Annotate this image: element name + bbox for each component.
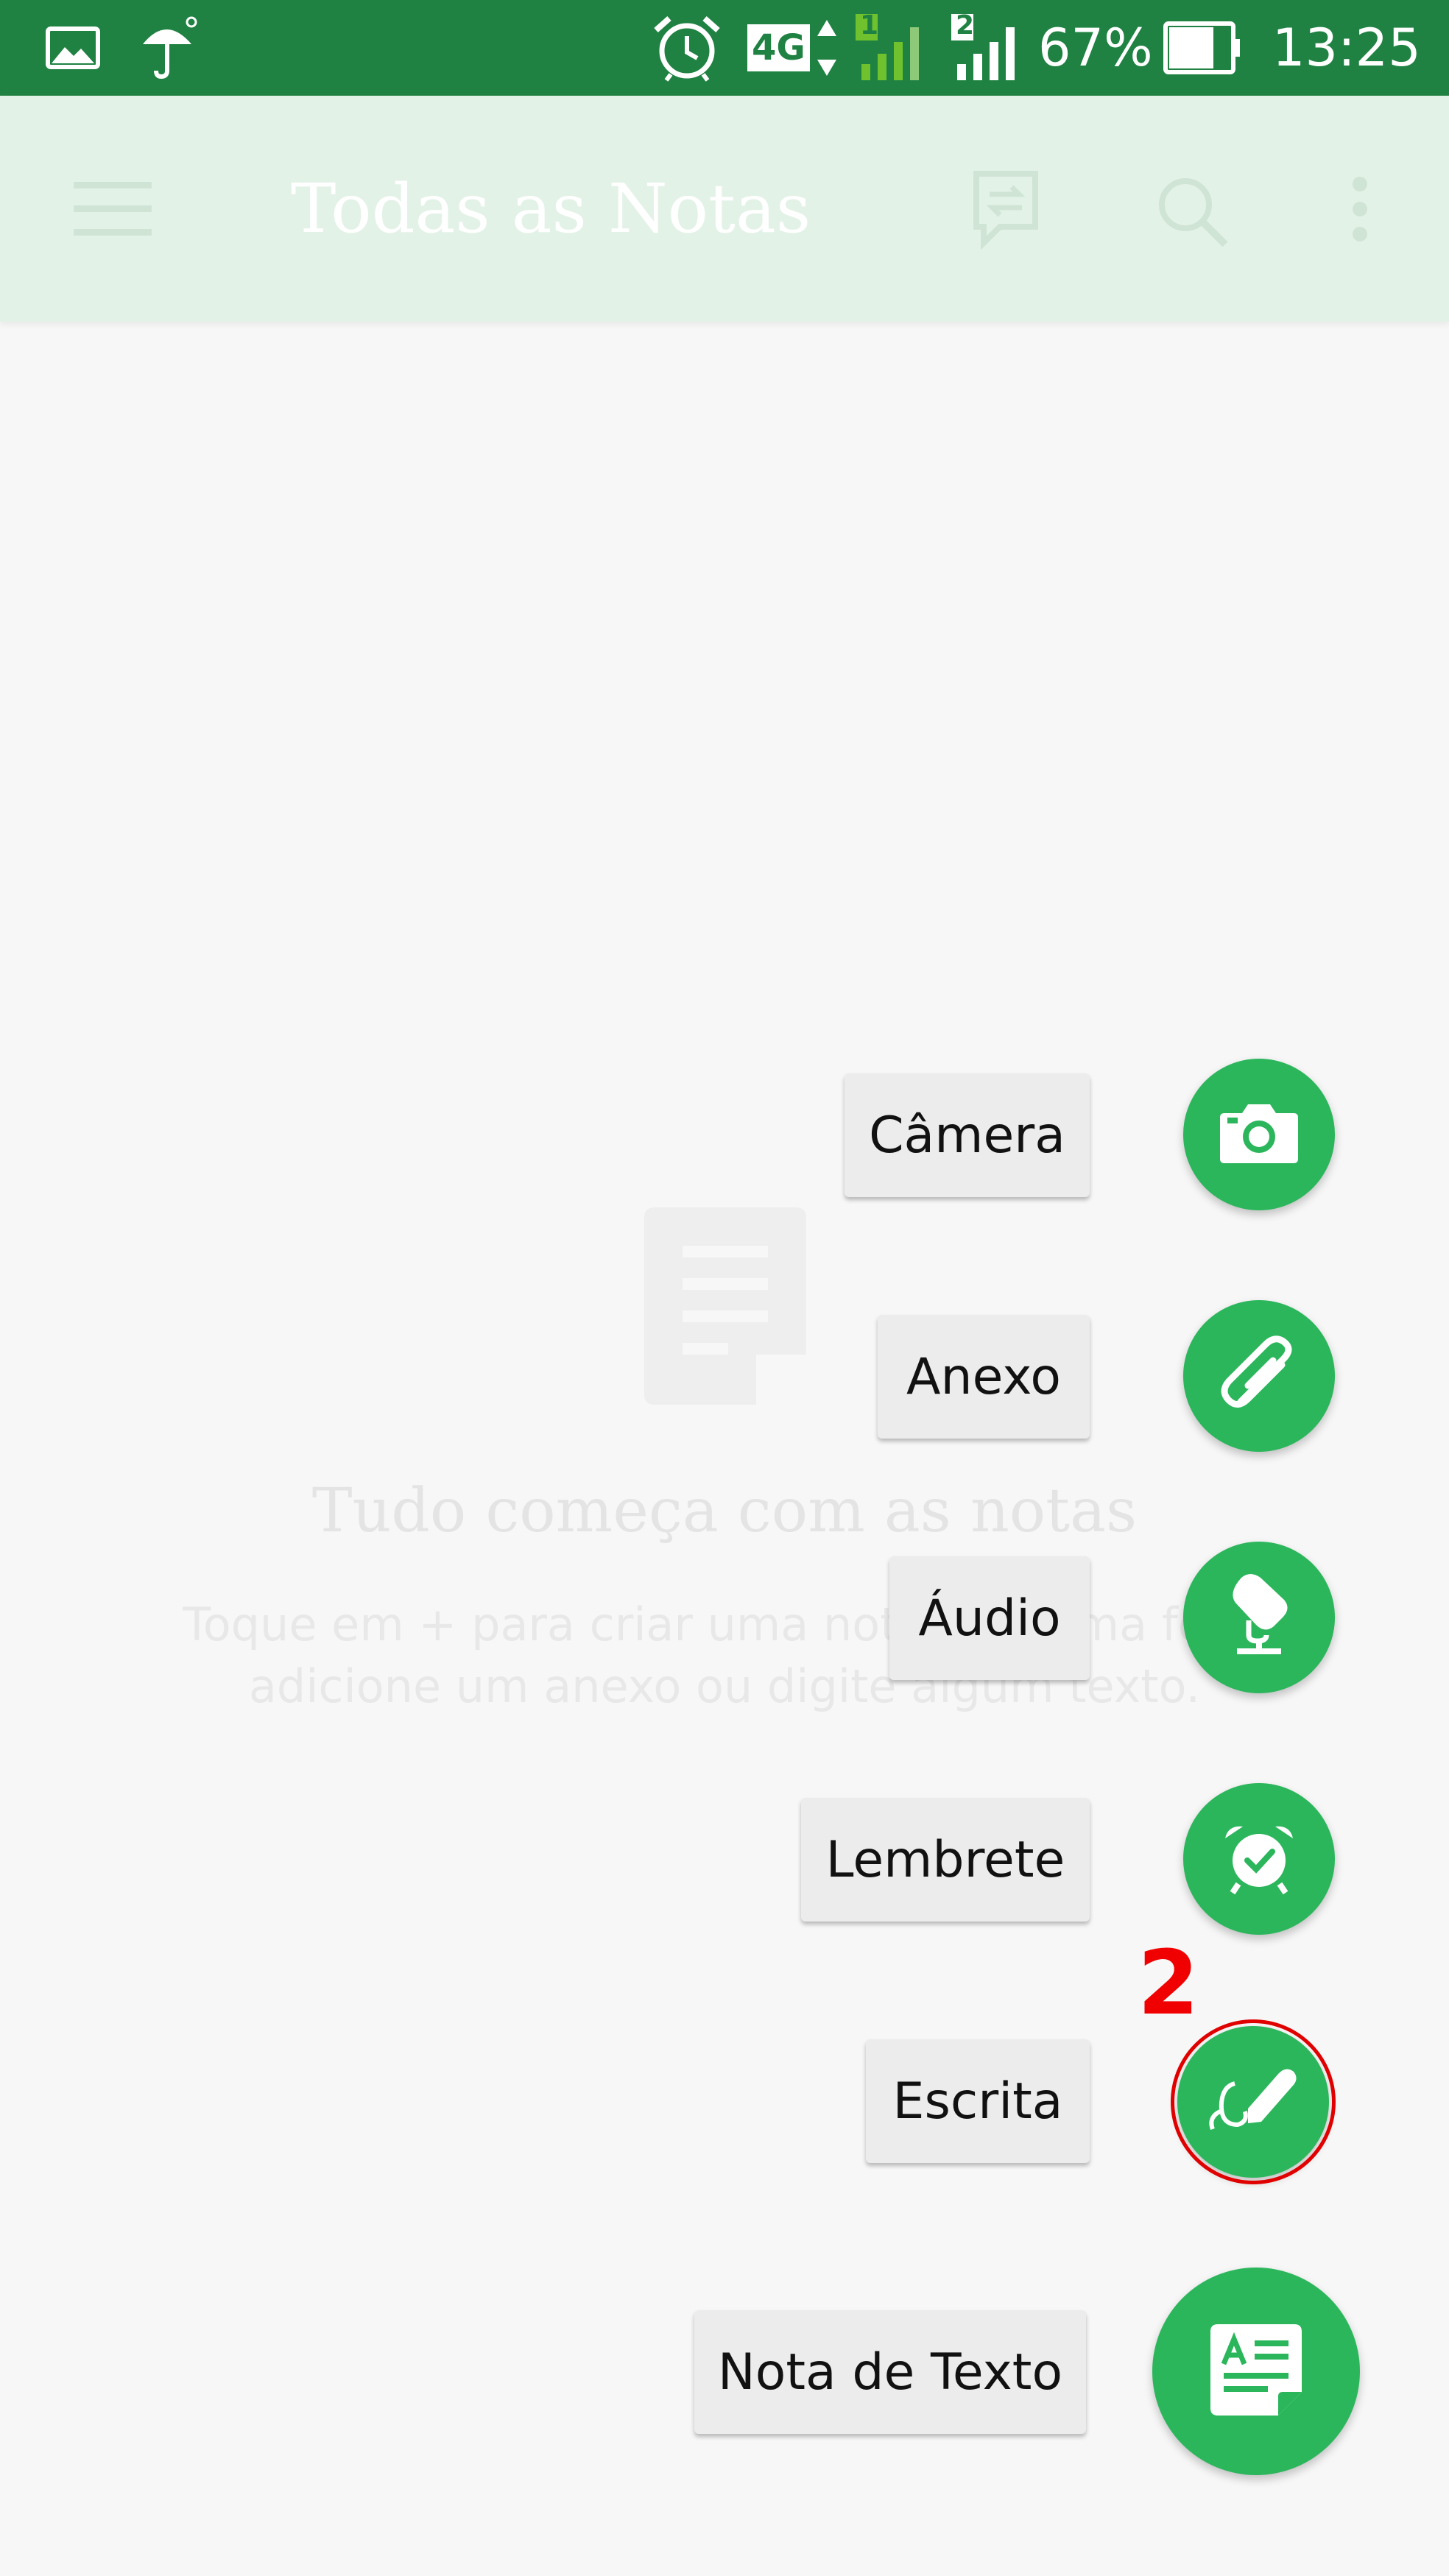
empty-state-title: Tudo começa com as notas	[311, 1476, 1138, 1546]
camera-icon	[1219, 1100, 1300, 1169]
fab-label-reminder[interactable]: Lembrete	[801, 1798, 1090, 1922]
signal-sim1-icon: 1	[854, 0, 928, 96]
fab-label-text-note[interactable]: Nota de Texto	[694, 2310, 1086, 2434]
empty-notes-icon	[644, 1207, 806, 1408]
signal-sim2-icon: 2	[950, 0, 1023, 96]
alarm-icon	[652, 0, 722, 96]
battery-icon	[1163, 0, 1241, 96]
paperclip-icon	[1219, 1334, 1300, 1418]
fab-reminder-button[interactable]	[1183, 1783, 1335, 1935]
clock: 13:25	[1272, 18, 1421, 78]
empty-state-subtitle: Toque em + para criar uma nota, tire uma…	[183, 1598, 1266, 1713]
text-note-icon	[1210, 2324, 1302, 2418]
fab-label-handwriting[interactable]: Escrita	[866, 2039, 1090, 2163]
microphone-icon	[1222, 1572, 1296, 1663]
fab-label-audio[interactable]: Áudio	[889, 1556, 1090, 1680]
fab-audio-button[interactable]	[1183, 1542, 1335, 1693]
menu-icon[interactable]	[74, 180, 152, 239]
highlight-ring	[1171, 2019, 1336, 2184]
alarm-check-icon	[1221, 1819, 1297, 1899]
search-icon[interactable]	[1156, 175, 1230, 252]
status-bar: 4G 1 2 67% 13:25	[0, 0, 1449, 96]
fab-label-camera[interactable]: Câmera	[845, 1073, 1090, 1197]
fab-camera-button[interactable]	[1183, 1059, 1335, 1210]
network-4g-icon: 4G	[747, 0, 839, 96]
more-vert-icon[interactable]	[1350, 175, 1369, 246]
annotation-label: 2	[1138, 1933, 1199, 2035]
image-icon	[46, 0, 100, 96]
fab-text-note-button[interactable]	[1152, 2268, 1360, 2475]
app-bar: Todas as Notas	[0, 96, 1449, 322]
fab-label-attachment[interactable]: Anexo	[878, 1315, 1090, 1439]
sync-icon[interactable]	[970, 169, 1041, 253]
page-title: Todas as Notas	[291, 169, 811, 248]
battery-percent: 67%	[1038, 18, 1153, 78]
fab-attachment-button[interactable]	[1183, 1300, 1335, 1452]
umbrella-icon	[140, 0, 199, 96]
